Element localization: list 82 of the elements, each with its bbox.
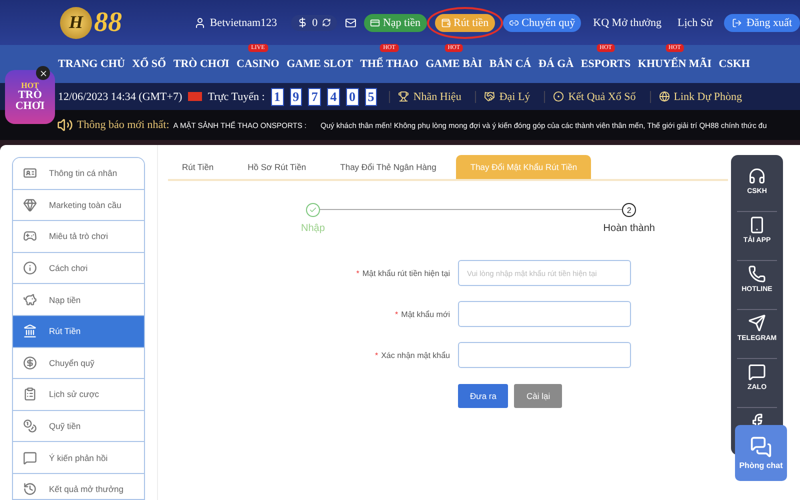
sidebar-item[interactable]: Chuyển quỹ: [13, 348, 144, 380]
telegram-icon: [748, 314, 766, 332]
balance: 0: [291, 14, 337, 30]
nav-item[interactable]: GAME SLOT: [286, 58, 353, 70]
flag-icon: [188, 92, 202, 101]
chat-button[interactable]: Phòng chat: [735, 425, 787, 481]
input-field[interactable]: [458, 342, 631, 368]
phone-icon: [748, 216, 766, 234]
field-label: * Mật khẩu mới: [394, 310, 450, 318]
card-icon: [370, 18, 380, 28]
counter-digit: 5: [364, 88, 378, 106]
nav-item[interactable]: XỔ SỐ: [132, 58, 166, 70]
logout-button[interactable]: Đăng xuất: [724, 14, 800, 32]
message-icon: [23, 450, 37, 465]
action-button[interactable]: Nạp tiền: [364, 14, 427, 32]
history-icon: [23, 482, 37, 496]
profile-icon: [23, 166, 37, 180]
step-label: Hoàn thành: [603, 223, 655, 234]
sidebar-item[interactable]: Marketing toàn cầu: [13, 190, 144, 222]
refresh-icon[interactable]: [322, 18, 331, 27]
counter-digit: 4: [327, 88, 340, 106]
sidebar-item[interactable]: Thông tin cá nhân: [13, 158, 144, 190]
nav-item[interactable]: KHUYẾN MÃI: [638, 58, 712, 70]
dollar-icon: [23, 356, 37, 370]
user-icon: [194, 16, 206, 28]
coins-icon: [23, 419, 37, 434]
info-link[interactable]: Link Dự Phòng: [650, 90, 750, 102]
globe-icon: [658, 91, 670, 102]
gamepad-icon: [23, 229, 37, 244]
nav-item[interactable]: GAME BÀI: [426, 58, 482, 70]
input-field[interactable]: [458, 301, 631, 327]
promo-badge[interactable]: HOT TRÒ CHƠI: [5, 70, 55, 124]
nav-item[interactable]: TRÒ CHƠI: [173, 58, 230, 70]
gem-icon: [23, 198, 37, 212]
nav-item[interactable]: BẮN CÁ: [489, 58, 532, 70]
logo: H 88: [60, 6, 174, 38]
action-button[interactable]: Chuyển quỹ: [502, 14, 582, 32]
call-icon: [748, 265, 766, 283]
online-label: Trực Tuyến :: [208, 90, 265, 102]
mail-icon[interactable]: [344, 16, 356, 30]
info-link[interactable]: Nhãn Hiệu: [389, 90, 470, 102]
ball-icon: [553, 91, 564, 102]
tab[interactable]: Thay Đổi Thẻ Ngân Hàng: [326, 155, 450, 179]
dollar-icon: [297, 17, 308, 28]
handshake-icon: [484, 91, 496, 102]
info-icon: [23, 261, 37, 276]
header-link[interactable]: Lịch Sử: [677, 16, 712, 28]
headset-icon: [748, 167, 766, 185]
piggy-bank-icon: [23, 292, 37, 307]
tab[interactable]: Hồ Sơ Rút Tiền: [234, 155, 320, 179]
header-link[interactable]: KQ Mở thưởng: [593, 16, 662, 28]
counter-digit: 7: [308, 88, 322, 106]
username: Betvietnam123: [188, 14, 284, 30]
counter-digit: 1: [270, 88, 284, 106]
zalo-icon: [748, 363, 766, 381]
wallet-icon: [440, 18, 451, 28]
nav-item[interactable]: CASINO: [236, 58, 280, 70]
counter-digit: 0: [346, 88, 359, 106]
info-link[interactable]: Đại Lý: [475, 90, 538, 102]
notice-label: Thông báo mới nhất:: [77, 119, 170, 131]
link-icon: [508, 18, 519, 28]
chat-icon: [750, 436, 772, 458]
sidebar-item[interactable]: Rút Tiền: [13, 316, 144, 348]
clipboard-icon: [23, 387, 37, 402]
speaker-icon: [57, 117, 73, 133]
step-number: 2: [622, 203, 636, 217]
submit-button[interactable]: Đưa ra: [458, 384, 508, 408]
field-label: * Xác nhận mật khẩu: [374, 350, 450, 360]
nav-item[interactable]: THỂ THAO: [360, 58, 418, 70]
datetime: 12/06/2023 14:34 (GMT+7): [58, 90, 182, 102]
logout-icon: [732, 18, 742, 28]
step-label: Nhập: [301, 223, 325, 234]
info-link[interactable]: Kết Quả Xổ Số: [544, 90, 644, 102]
bank-icon: [23, 324, 37, 338]
nav-item[interactable]: ĐÁ GÀ: [538, 58, 574, 70]
counter-digit: 9: [290, 88, 302, 106]
nav-item[interactable]: ESPORTS: [580, 58, 631, 70]
nav-item[interactable]: CSKH: [718, 58, 750, 70]
tab[interactable]: Rút Tiền: [168, 155, 228, 179]
nav-item[interactable]: TRANG CHỦ: [58, 58, 125, 70]
trophy-icon: [398, 91, 410, 102]
field-label: * Mật khẩu rút tiền hiện tại: [355, 268, 450, 278]
